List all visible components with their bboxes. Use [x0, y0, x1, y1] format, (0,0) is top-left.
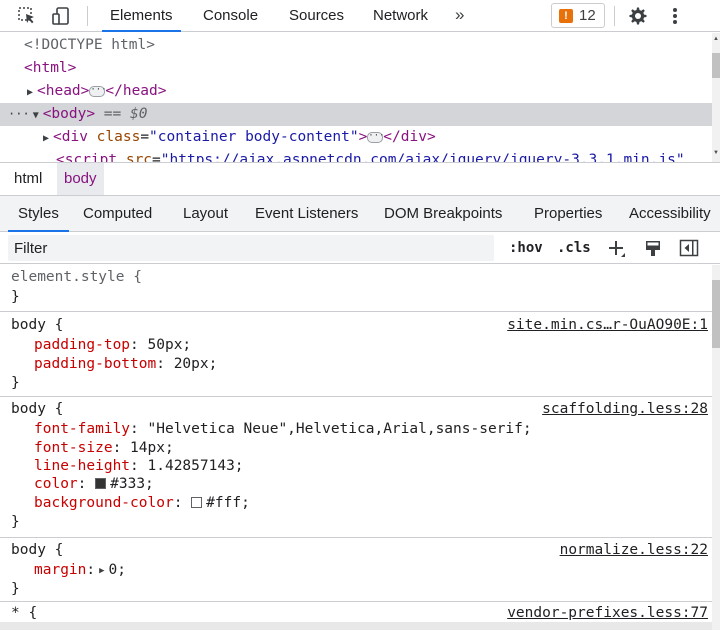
gear-icon[interactable] [626, 4, 650, 28]
tab-computed[interactable]: Computed [83, 196, 152, 231]
dom-tree-scroll-thumb[interactable] [712, 53, 720, 78]
dom-tree: <!DOCTYPE html> <html> ▶ <head>···</head>… [0, 33, 712, 162]
scroll-up-arrow-icon[interactable]: ▲ [713, 36, 719, 42]
inspect-element-icon[interactable] [15, 4, 39, 28]
div-attr-value: "container body-content" [149, 129, 359, 145]
div-node[interactable]: ▶ <div class="container body-content">···… [43, 126, 436, 149]
rule-body-normalize: body { normalize.less:22 margin: ▶ 0; } [0, 539, 712, 602]
tab-layout[interactable]: Layout [183, 196, 228, 231]
ellipsis-icon[interactable]: ··· [367, 131, 385, 143]
css-property[interactable]: font-size: 14px; [34, 439, 174, 458]
kebab-menu-icon[interactable] [663, 4, 687, 28]
script-node[interactable]: <script src="https://ajax.aspnetcdn.com/… [56, 149, 685, 162]
issues-counter-button[interactable]: ! 12 [551, 3, 605, 28]
tab-styles[interactable]: Styles [8, 196, 69, 232]
rule-body-scaffolding: body { scaffolding.less:28 font-family: … [0, 398, 712, 538]
expand-shorthand-triangle-icon[interactable]: ▶ [99, 562, 104, 581]
rule-source-link[interactable]: scaffolding.less:28 [542, 400, 708, 419]
breadcrumb-html[interactable]: html [7, 163, 49, 195]
styles-pane: element.style { } body { site.min.cs…r-O… [0, 265, 712, 630]
tab-accessibility[interactable]: Accessibility [629, 196, 711, 231]
rule-selector[interactable]: body { [11, 316, 63, 335]
css-property[interactable]: padding-bottom: 20px; [34, 355, 217, 374]
tab-console[interactable]: Console [203, 0, 258, 31]
more-actions-dots-icon[interactable]: ··· [8, 107, 30, 121]
script-attr-name: src [125, 152, 153, 162]
rule-selector[interactable]: element.style { [11, 268, 142, 287]
body-open-tag: <body> [42, 106, 96, 122]
tab-network[interactable]: Network [373, 0, 428, 31]
div-open-end: > [358, 129, 368, 145]
head-open-tag: <head> [37, 83, 90, 99]
color-swatch[interactable] [191, 497, 203, 508]
rule-selector[interactable]: body { [11, 400, 63, 419]
rule-element-style: element.style { } [0, 265, 712, 312]
body-node[interactable]: ··· ▼ <body> == $0 [0, 103, 712, 126]
new-style-rule-icon[interactable] [604, 236, 628, 260]
css-property[interactable]: color: #333; [34, 475, 154, 494]
rule-source-link[interactable]: normalize.less:22 [560, 541, 708, 560]
hover-state-button[interactable]: :hov [509, 232, 543, 264]
head-node[interactable]: ▶ <head>···</head> [27, 80, 167, 103]
rule-body-site: body { site.min.cs…r-OuAO90E:1 padding-t… [0, 313, 712, 397]
tab-properties[interactable]: Properties [534, 196, 602, 231]
script-open-tag: <script [56, 152, 126, 162]
doctype-node[interactable]: <!DOCTYPE html> [24, 34, 155, 57]
rule-close: } [11, 514, 20, 530]
doctype-text: <!DOCTYPE html> [24, 37, 155, 53]
html-open-tag: <html> [24, 60, 77, 76]
collapse-triangle-icon[interactable]: ▼ [33, 104, 43, 127]
tab-event-listeners[interactable]: Event Listeners [255, 196, 358, 231]
rule-close: } [11, 581, 20, 597]
devtools-toolbar: Elements Console Sources Network » ! 12 [0, 0, 720, 32]
toolbar-divider [87, 6, 88, 26]
css-property[interactable]: margin: ▶ 0; [34, 561, 126, 580]
expand-triangle-icon[interactable]: ▶ [43, 127, 53, 150]
breadcrumb-body[interactable]: body [57, 163, 104, 195]
selected-marker: == $0 [95, 106, 148, 122]
tab-dom-breakpoints[interactable]: DOM Breakpoints [384, 196, 502, 231]
rule-source-link[interactable]: vendor-prefixes.less:77 [507, 604, 708, 623]
styles-scroll-thumb[interactable] [712, 280, 720, 348]
rule-close: } [11, 375, 20, 391]
breadcrumb: html body [0, 162, 720, 196]
rule-close: } [11, 289, 20, 305]
styles-filter-bar: :hov .cls [0, 232, 720, 264]
device-toolbar-icon[interactable] [49, 4, 73, 28]
filter-input[interactable] [8, 235, 494, 261]
horizontal-scrollbar[interactable] [0, 622, 712, 630]
issues-count: 12 [579, 7, 596, 24]
toggle-sidebar-icon[interactable] [677, 236, 701, 260]
more-tabs-chevron-icon[interactable]: » [455, 0, 464, 31]
tab-sources[interactable]: Sources [289, 0, 344, 31]
rule-selector[interactable]: * { [11, 604, 37, 623]
css-property[interactable]: font-family: "Helvetica Neue",Helvetica,… [34, 420, 532, 439]
head-close-tag: </head> [105, 83, 167, 99]
class-toggle-button[interactable]: .cls [557, 232, 591, 264]
div-open-tag: <div [53, 129, 97, 145]
html-node[interactable]: <html> [24, 57, 76, 80]
div-close-tag: </div> [383, 129, 436, 145]
rule-selector[interactable]: body { [11, 541, 63, 560]
toolbar-divider [614, 6, 615, 26]
color-swatch[interactable] [95, 478, 107, 489]
ellipsis-icon[interactable]: ··· [89, 85, 107, 97]
scroll-down-arrow-icon[interactable]: ▼ [713, 150, 719, 156]
tab-elements[interactable]: Elements [102, 0, 181, 32]
sidebar-tabs: Styles Computed Layout Event Listeners D… [0, 196, 720, 232]
css-property[interactable]: background-color: #fff; [34, 494, 250, 513]
script-attr-value: "https://ajax.aspnetcdn.com/ajax/jquery/… [160, 152, 685, 162]
paint-brush-icon[interactable] [641, 236, 665, 260]
css-property[interactable]: line-height: 1.42857143; [34, 457, 244, 476]
issues-icon: ! [559, 8, 573, 23]
css-property[interactable]: padding-top: 50px; [34, 336, 191, 355]
rule-source-link[interactable]: site.min.cs…r-OuAO90E:1 [507, 316, 708, 335]
expand-triangle-icon[interactable]: ▶ [27, 81, 37, 104]
div-attr-name: class [96, 129, 141, 145]
